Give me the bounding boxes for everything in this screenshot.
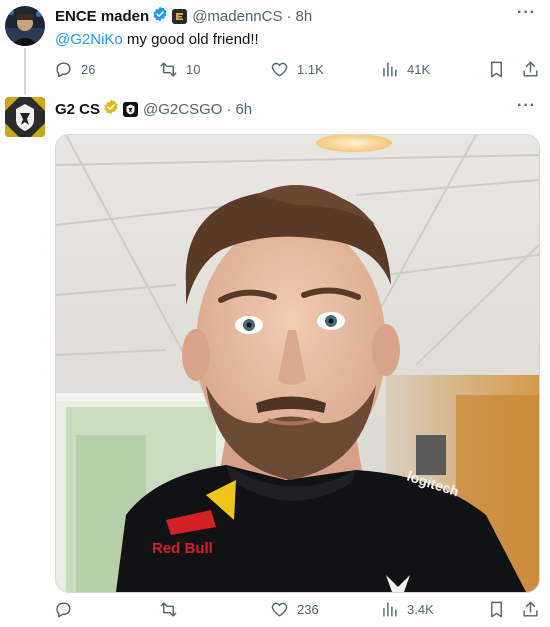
views-button[interactable]: 3.4K — [380, 600, 434, 619]
separator-dot: · — [286, 7, 292, 25]
retweet-icon — [160, 602, 177, 617]
author-name[interactable]: ENCE maden — [55, 8, 149, 25]
mention-link[interactable]: @G2NiKo — [55, 31, 123, 48]
views-count: 41K — [407, 62, 431, 77]
more-icon[interactable]: ··· — [517, 97, 536, 115]
bookmark-icon — [491, 61, 502, 78]
bookmark-button[interactable] — [487, 600, 506, 619]
tweet-media-image[interactable]: Red Bull logitech — [55, 134, 540, 593]
like-button[interactable]: 1.1K — [270, 60, 324, 79]
share-button[interactable] — [521, 600, 540, 619]
like-count: 236 — [297, 602, 319, 617]
views-button[interactable]: 41K — [380, 60, 430, 79]
affiliate-g2-logo-icon — [123, 101, 139, 117]
bookmark-button[interactable] — [487, 60, 506, 79]
share-icon — [523, 61, 538, 77]
separator-dot: · — [226, 100, 232, 118]
verified-badge-icon — [152, 6, 168, 26]
author-handle[interactable]: @madennCS — [192, 8, 282, 25]
like-button[interactable]: 236 — [270, 600, 319, 619]
views-icon — [383, 602, 397, 617]
share-icon — [523, 601, 538, 617]
retweet-button[interactable]: 10 — [159, 60, 200, 79]
more-icon[interactable]: ··· — [517, 4, 536, 22]
reply-button[interactable]: 26 — [54, 60, 95, 79]
sponsor-text-redbull: Red Bull — [152, 540, 213, 557]
tweet-actions: 26 10 1.1K 41K — [52, 60, 540, 84]
like-count: 1.1K — [297, 62, 324, 77]
retweet-icon — [160, 62, 177, 77]
tweet-header: ENCE maden @madennCS · 8h — [55, 6, 312, 26]
tweet-header: G2 CS @G2CSGO · 6h — [55, 99, 252, 119]
like-icon — [271, 62, 288, 77]
tweet-time[interactable]: 6h — [235, 101, 252, 118]
reply-icon — [56, 602, 71, 618]
tweet-text: @G2NiKo my good old friend!! — [55, 31, 259, 48]
tweet-time[interactable]: 8h — [295, 8, 312, 25]
avatar-g2-cs[interactable] — [5, 97, 45, 137]
affiliate-ence-logo-icon — [172, 8, 188, 24]
like-icon — [271, 602, 288, 617]
avatar-ence-maden[interactable] — [5, 6, 45, 46]
retweet-count: 10 — [186, 62, 201, 77]
tweet-body: my good old friend!! — [122, 31, 259, 48]
reply-button[interactable] — [54, 600, 81, 619]
share-button[interactable] — [521, 60, 540, 79]
reply-count: 26 — [81, 62, 96, 77]
author-handle[interactable]: @G2CSGO — [143, 101, 222, 118]
author-name[interactable]: G2 CS — [55, 101, 100, 118]
bookmark-icon — [491, 601, 502, 618]
verified-badge-icon — [103, 99, 119, 119]
tweet-actions: 236 3.4K — [52, 600, 540, 624]
views-count: 3.4K — [407, 602, 434, 617]
retweet-button[interactable] — [159, 600, 186, 619]
reply-icon — [56, 62, 71, 78]
thread-connector-line — [24, 48, 26, 94]
views-icon — [383, 62, 397, 77]
media-photo: Red Bull logitech — [56, 135, 539, 592]
